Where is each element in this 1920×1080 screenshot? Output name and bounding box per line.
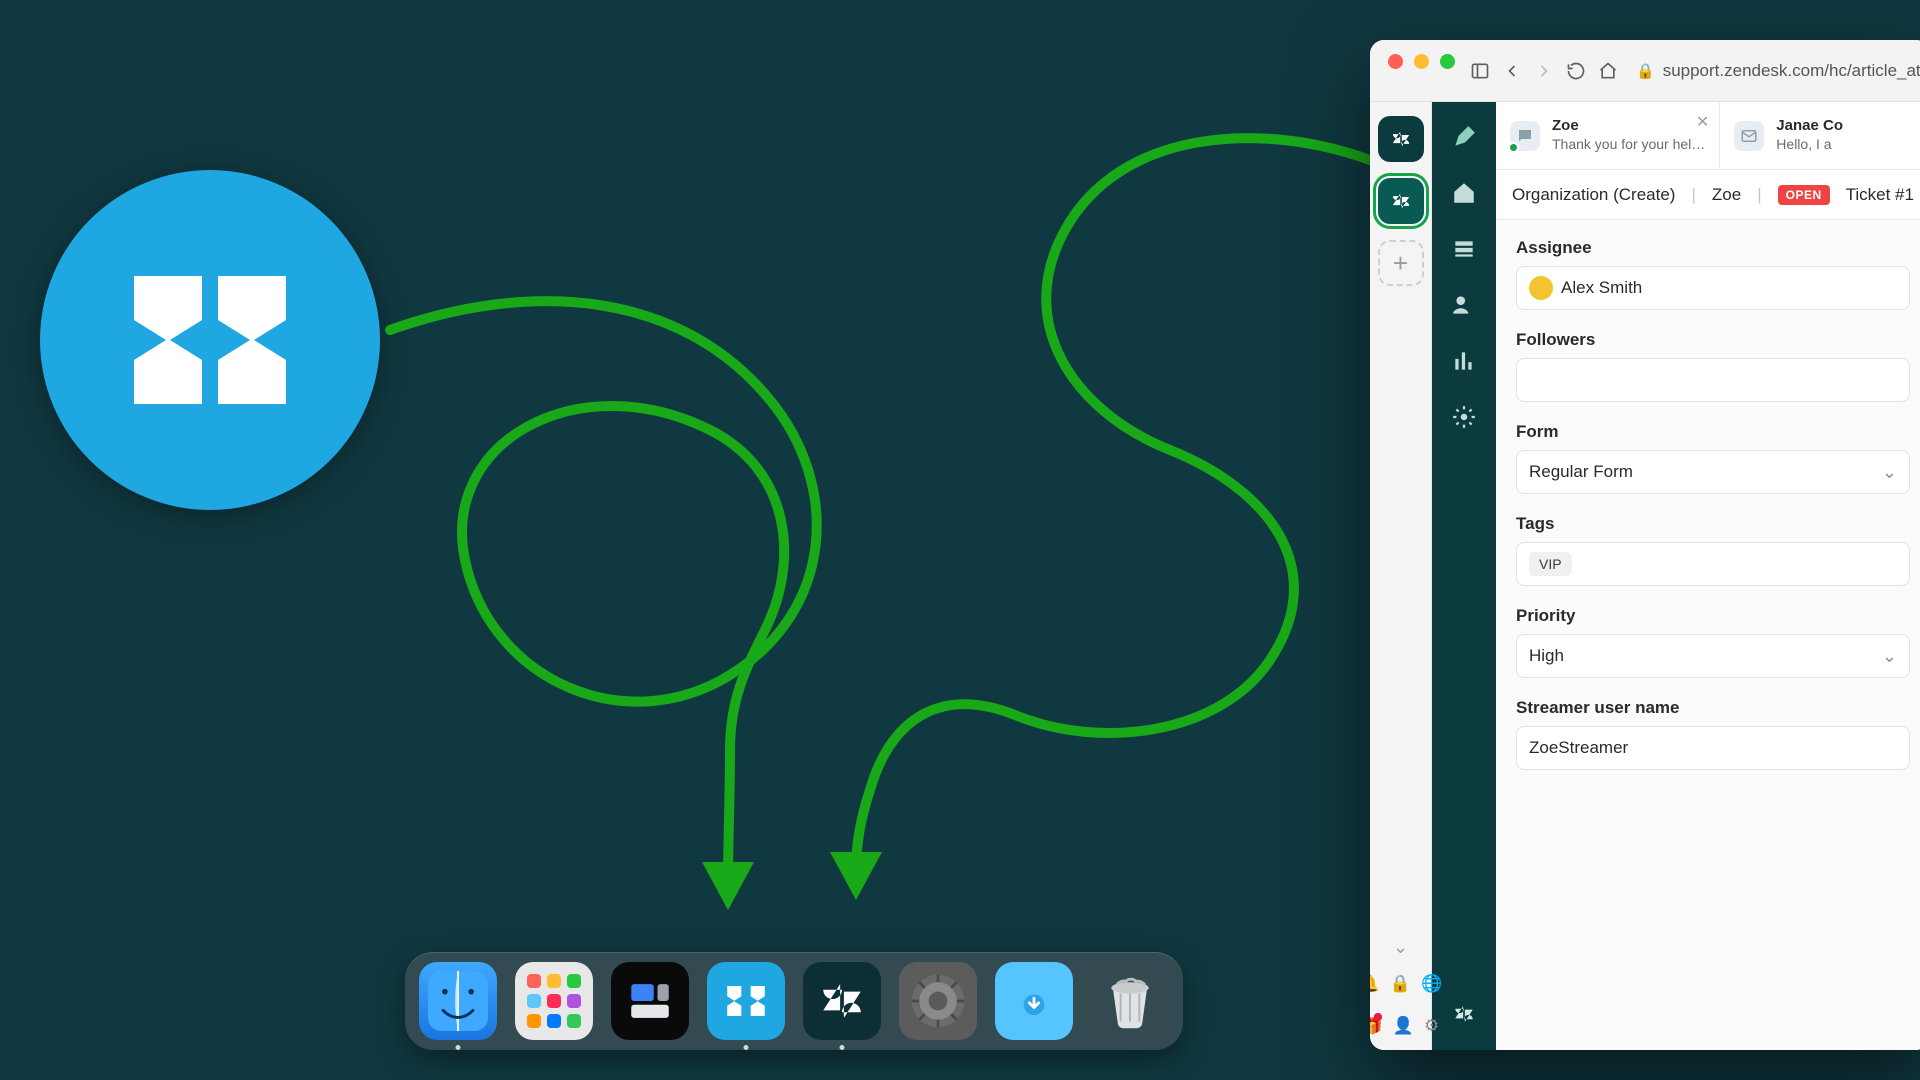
assignee-field[interactable]: Alex Smith: [1516, 266, 1910, 310]
nav-reports-icon[interactable]: [1451, 348, 1477, 374]
dock-trash-icon[interactable]: [1091, 962, 1169, 1040]
form-type-label: Form: [1516, 422, 1910, 442]
globe-icon[interactable]: 🌐: [1421, 974, 1442, 994]
ticket-form: Assignee Alex Smith Followers Form Regul…: [1496, 220, 1920, 1050]
priority-select[interactable]: High: [1516, 634, 1910, 678]
rail-collapse-chevron-icon[interactable]: ⌄: [1393, 937, 1408, 958]
window-minimize-button[interactable]: [1414, 54, 1429, 69]
rail-status-icons: 🔔 🔒 🌐: [1370, 974, 1442, 994]
sidebar-toggle-icon[interactable]: [1470, 58, 1490, 84]
nav-forward-button[interactable]: [1534, 58, 1554, 84]
dock-launchpad-icon[interactable]: [515, 962, 593, 1040]
macos-dock: [405, 952, 1183, 1050]
tab-title: Janae Co: [1776, 117, 1843, 136]
tags-label: Tags: [1516, 514, 1910, 534]
nav-back-button[interactable]: [1502, 58, 1522, 84]
presence-dot-icon: [1508, 142, 1519, 153]
plus-icon: +: [1393, 248, 1408, 279]
streamer-field[interactable]: ZoeStreamer: [1516, 726, 1910, 770]
window-traffic-lights: [1388, 54, 1455, 69]
lock-small-icon[interactable]: 🔒: [1390, 974, 1411, 994]
tab-title: Zoe: [1552, 117, 1705, 136]
wavebox-logo-large: [40, 170, 380, 510]
zendesk-logo-icon: [1450, 1000, 1478, 1028]
nav-home-button[interactable]: [1598, 58, 1618, 84]
chat-avatar-icon: [1510, 121, 1540, 151]
address-bar[interactable]: 🔒 support.zendesk.com/hc/article_attachm: [1630, 61, 1920, 81]
rail-add-workspace-button[interactable]: +: [1378, 240, 1424, 286]
bell-icon[interactable]: 🔔: [1370, 974, 1380, 994]
streamer-value: ZoeStreamer: [1529, 738, 1628, 758]
tags-field[interactable]: VIP: [1516, 542, 1910, 586]
app-rail: + ⌄ 🔔 🔒 🌐 🎁 👤 ⚙: [1370, 102, 1432, 1050]
ticket-panel: Zoe Thank you for your hel… ✕ Janae Co H…: [1496, 102, 1920, 1050]
streamer-label: Streamer user name: [1516, 698, 1910, 718]
ticket-breadcrumbs: Organization (Create) | Zoe | OPEN Ticke…: [1496, 170, 1920, 220]
crumb-organization[interactable]: Organization (Create): [1512, 185, 1675, 205]
status-badge: OPEN: [1778, 185, 1830, 205]
address-url: support.zendesk.com/hc/article_attachm: [1663, 61, 1920, 81]
tab-subtitle: Hello, I a: [1776, 136, 1843, 154]
rail-status-icons-2: 🎁 👤 ⚙: [1370, 1016, 1439, 1036]
rail-workspace-1[interactable]: [1378, 116, 1424, 162]
rail-workspace-2-active[interactable]: [1378, 178, 1424, 224]
form-type-value: Regular Form: [1529, 462, 1633, 482]
nav-admin-gear-icon[interactable]: [1451, 404, 1477, 430]
priority-label: Priority: [1516, 606, 1910, 626]
ticket-tab-1[interactable]: Zoe Thank you for your hel… ✕: [1496, 102, 1720, 169]
dock-zendesk-icon[interactable]: [803, 962, 881, 1040]
nav-compose-icon[interactable]: [1451, 124, 1477, 150]
assignee-value: Alex Smith: [1561, 278, 1642, 298]
nav-home-icon[interactable]: [1451, 180, 1477, 206]
dock-system-settings-icon[interactable]: [899, 962, 977, 1040]
dock-finder-icon[interactable]: [419, 962, 497, 1040]
tab-subtitle: Thank you for your hel…: [1552, 136, 1705, 154]
ticket-tabs: Zoe Thank you for your hel… ✕ Janae Co H…: [1496, 102, 1920, 170]
form-type-select[interactable]: Regular Form: [1516, 450, 1910, 494]
mail-avatar-icon: [1734, 121, 1764, 151]
dock-downloads-icon[interactable]: [995, 962, 1073, 1040]
followers-label: Followers: [1516, 330, 1910, 350]
wavebox-glyph-icon: [110, 240, 310, 440]
assignee-avatar-icon: [1529, 276, 1553, 300]
window-zoom-button[interactable]: [1440, 54, 1455, 69]
priority-value: High: [1529, 646, 1564, 666]
gear-small-icon[interactable]: ⚙: [1424, 1016, 1439, 1036]
person-icon[interactable]: 👤: [1393, 1016, 1414, 1036]
dock-wavebox-icon[interactable]: [707, 962, 785, 1040]
browser-toolbar: 🔒 support.zendesk.com/hc/article_attachm: [1370, 40, 1920, 102]
dock-mission-control-icon[interactable]: [611, 962, 689, 1040]
nav-reload-button[interactable]: [1566, 58, 1586, 84]
crumb-user[interactable]: Zoe: [1712, 185, 1741, 205]
nav-customers-icon[interactable]: [1451, 292, 1477, 318]
ticket-tab-2[interactable]: Janae Co Hello, I a: [1720, 102, 1920, 169]
lock-icon: 🔒: [1636, 62, 1655, 80]
zendesk-nav: [1432, 102, 1496, 1050]
tag-chip[interactable]: VIP: [1529, 552, 1572, 576]
browser-content: + ⌄ 🔔 🔒 🌐 🎁 👤 ⚙: [1370, 102, 1920, 1050]
window-close-button[interactable]: [1388, 54, 1403, 69]
tab-close-icon[interactable]: ✕: [1696, 112, 1709, 132]
assignee-label: Assignee: [1516, 238, 1910, 258]
followers-field[interactable]: [1516, 358, 1910, 402]
crumb-ticket[interactable]: Ticket #1: [1846, 185, 1914, 205]
browser-window: 🔒 support.zendesk.com/hc/article_attachm…: [1370, 40, 1920, 1050]
nav-views-icon[interactable]: [1451, 236, 1477, 262]
